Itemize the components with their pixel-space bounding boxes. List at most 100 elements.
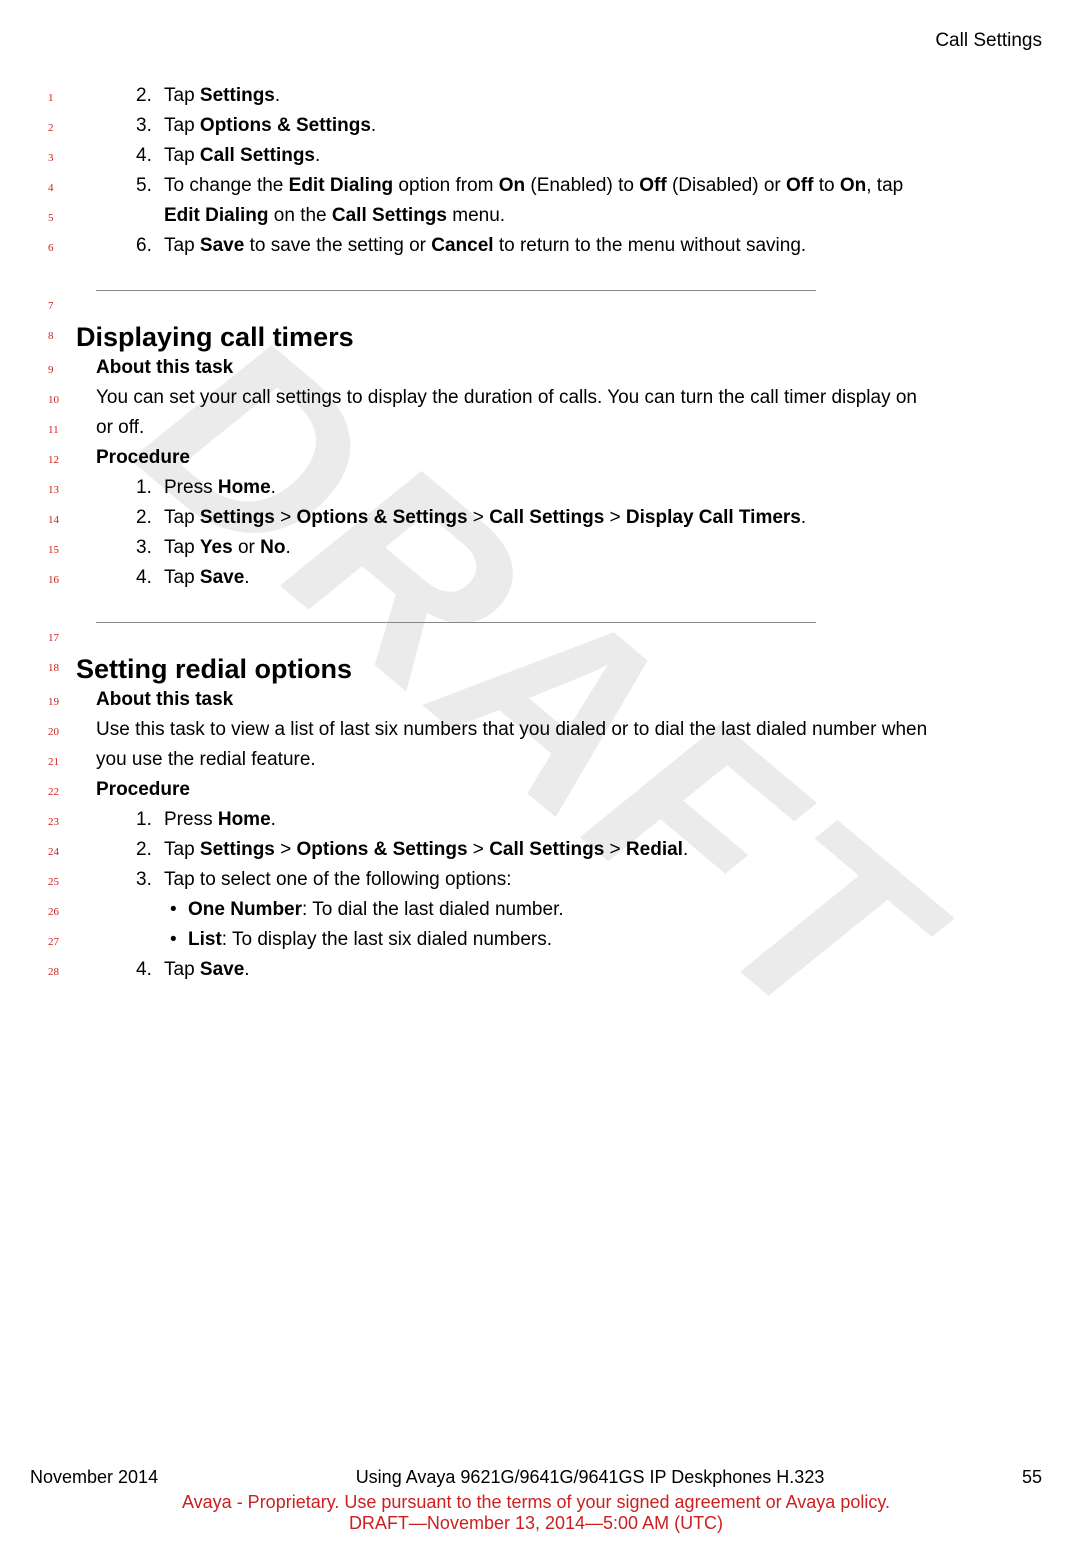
line-number: 27 [48,926,76,956]
line-number: 8 [48,320,76,350]
page-footer: November 2014 Using Avaya 9621G/9641G/96… [30,1467,1042,1534]
page-header: Call Settings [30,30,1042,52]
line-number: 3 [48,142,76,172]
line-row: 131.Press Home. [48,474,1042,504]
line-number: 25 [48,866,76,896]
step-text: Tap Settings > Options & Settings > Call… [164,836,1042,864]
line-number: 9 [48,354,76,384]
section-heading: Setting redial options [76,652,1042,686]
step-text: Tap Options & Settings. [164,112,1042,140]
line-row: 27•List: To display the last six dialed … [48,926,1042,956]
line-row: 10You can set your call settings to disp… [48,384,1042,414]
line-row: 8Displaying call timers [48,320,1042,354]
line-row: 23.Tap Options & Settings. [48,112,1042,142]
subsection-heading: About this task [76,686,1042,714]
procedure-step: 2.Tap Settings > Options & Settings > Ca… [76,504,1042,532]
line-number: 16 [48,564,76,594]
step-number: 3. [136,534,164,562]
procedure-step: 1.Press Home. [76,806,1042,834]
footer-draft-stamp: DRAFT—November 13, 2014—5:00 AM (UTC) [30,1513,1042,1534]
line-row: 9About this task [48,354,1042,384]
step-text: Tap Settings > Options & Settings > Call… [164,504,1042,532]
document-body: 12.Tap Settings.23.Tap Options & Setting… [48,82,1042,986]
procedure-step: 6.Tap Save to save the setting or Cancel… [76,232,1042,260]
step-number: 4. [136,956,164,984]
subsection-heading: Procedure [76,444,1042,472]
line-number: 20 [48,716,76,746]
footer-date: November 2014 [30,1467,158,1488]
step-text: Tap Save. [164,564,1042,592]
step-text: Tap Call Settings. [164,142,1042,170]
step-text: Edit Dialing on the Call Settings menu. [164,202,1042,230]
line-number: 23 [48,806,76,836]
step-number: 2. [136,504,164,532]
step-number: 3. [136,112,164,140]
footer-page: 55 [1022,1467,1042,1488]
line-row: 153.Tap Yes or No. [48,534,1042,564]
footer-title: Using Avaya 9621G/9641G/9641GS IP Deskph… [356,1467,825,1488]
line-number: 21 [48,746,76,776]
step-number: 3. [136,866,164,894]
step-number: 1. [136,806,164,834]
bullet-item: •List: To display the last six dialed nu… [76,926,1042,954]
procedure-step: 4.Tap Save. [76,956,1042,984]
line-row: 253.Tap to select one of the following o… [48,866,1042,896]
line-number: 15 [48,534,76,564]
procedure-step: 4.Tap Save. [76,564,1042,592]
subsection-heading: About this task [76,354,1042,382]
step-number: 6. [136,232,164,260]
step-text: Press Home. [164,474,1042,502]
step-text: Tap Settings. [164,82,1042,110]
procedure-step-cont: Edit Dialing on the Call Settings menu. [76,202,1042,230]
step-number: 4. [136,142,164,170]
line-row: 7 [48,290,1042,320]
line-row: 45.To change the Edit Dialing option fro… [48,172,1042,202]
line-number: 2 [48,112,76,142]
step-text: Tap Yes or No. [164,534,1042,562]
subsection-heading: Procedure [76,776,1042,804]
line-number: 6 [48,232,76,262]
line-row: 164.Tap Save. [48,564,1042,594]
line-number: 24 [48,836,76,866]
line-row: 19About this task [48,686,1042,716]
step-text: Tap Save. [164,956,1042,984]
bullet-item: •One Number: To dial the last dialed num… [76,896,1042,924]
document-page: DRAFT Call Settings 12.Tap Settings.23.T… [0,0,1072,1556]
line-number: 14 [48,504,76,534]
procedure-step: 3.Tap Yes or No. [76,534,1042,562]
bullet-marker: • [170,896,188,924]
procedure-step: 3.Tap Options & Settings. [76,112,1042,140]
line-row: 284.Tap Save. [48,956,1042,986]
line-number: 10 [48,384,76,414]
footer-proprietary: Avaya - Proprietary. Use pursuant to the… [30,1492,1042,1513]
line-row: 66.Tap Save to save the setting or Cance… [48,232,1042,262]
section-separator [96,622,816,623]
line-number: 5 [48,202,76,232]
section-heading: Displaying call timers [76,320,1042,354]
line-number: 12 [48,444,76,474]
bullet-marker: • [170,926,188,954]
line-row: 17 [48,622,1042,652]
paragraph-line: Use this task to view a list of last six… [76,716,1042,744]
procedure-step: 3.Tap to select one of the following opt… [76,866,1042,894]
line-number: 22 [48,776,76,806]
line-row: 242.Tap Settings > Options & Settings > … [48,836,1042,866]
paragraph-line: or off. [76,414,1042,442]
line-row: 12.Tap Settings. [48,82,1042,112]
line-number: 13 [48,474,76,504]
step-number: 5. [136,172,164,200]
procedure-step: 1.Press Home. [76,474,1042,502]
step-text: To change the Edit Dialing option from O… [164,172,1042,200]
line-row: 18Setting redial options [48,652,1042,686]
line-number: 1 [48,82,76,112]
line-number: 26 [48,896,76,926]
bullet-text: One Number: To dial the last dialed numb… [188,896,1042,924]
paragraph-line: You can set your call settings to displa… [76,384,1042,412]
line-row: 21you use the redial feature. [48,746,1042,776]
procedure-step: 5.To change the Edit Dialing option from… [76,172,1042,200]
procedure-step: 2.Tap Settings > Options & Settings > Ca… [76,836,1042,864]
line-number: 18 [48,652,76,682]
bullet-text: List: To display the last six dialed num… [188,926,1042,954]
step-text: Tap to select one of the following optio… [164,866,1042,894]
line-row: 22Procedure [48,776,1042,806]
